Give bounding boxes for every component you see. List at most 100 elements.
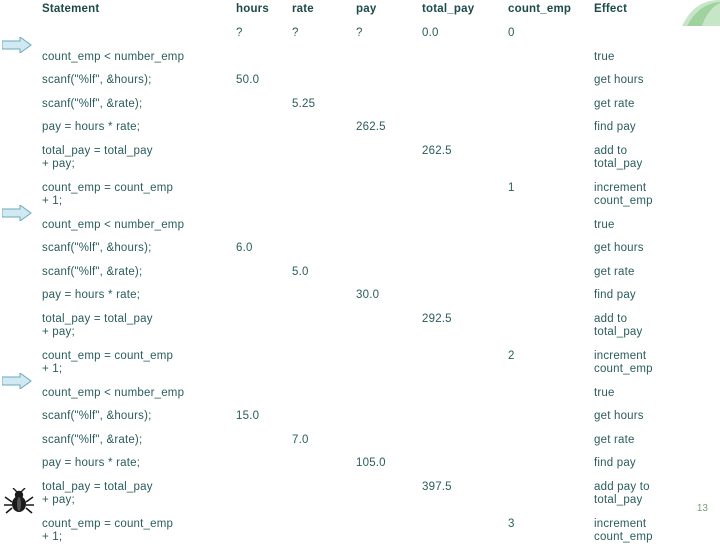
cell-rate: 5.0 bbox=[292, 265, 309, 278]
cell-rate bbox=[290, 382, 354, 406]
cell-total-pay bbox=[420, 405, 506, 429]
cell-pay bbox=[354, 93, 420, 117]
cell-pay bbox=[354, 429, 420, 453]
table-row: scanf("%lf", &hours); 15.0 get hours bbox=[40, 405, 691, 429]
cell-statement: pay = hours * rate; bbox=[42, 289, 141, 301]
cell-total-pay: 262.5 bbox=[422, 144, 452, 157]
cell-statement: count_emp < number_emp bbox=[42, 50, 185, 63]
cell-pay bbox=[354, 476, 420, 513]
cell-count-emp bbox=[506, 46, 592, 70]
cell-pay: 262.5 bbox=[356, 121, 386, 133]
cell-effect: increment count_emp bbox=[594, 517, 653, 544]
cell-statement: scanf("%lf", &rate); bbox=[42, 97, 143, 110]
cell-total-pay bbox=[420, 345, 506, 382]
cell-rate bbox=[290, 284, 354, 308]
cell-pay: 30.0 bbox=[356, 289, 380, 301]
cell-rate bbox=[290, 513, 354, 550]
cell-hours bbox=[234, 452, 290, 476]
cell-statement: count_emp = count_emp + 1; bbox=[42, 181, 174, 208]
cell-hours bbox=[234, 308, 290, 345]
cell-statement: pay = hours * rate; bbox=[42, 457, 141, 469]
cell-effect bbox=[592, 22, 691, 46]
cell-effect: get hours bbox=[594, 410, 644, 422]
cell-pay bbox=[354, 261, 420, 285]
cell-rate: 5.25 bbox=[292, 97, 316, 110]
cell-total-pay bbox=[420, 261, 506, 285]
cell-effect: get rate bbox=[594, 433, 635, 446]
table-row: total_pay = total_pay + pay; 292.5 add to … bbox=[40, 308, 691, 345]
cell-rate bbox=[290, 452, 354, 476]
cell-hours bbox=[234, 261, 290, 285]
cell-hours bbox=[234, 345, 290, 382]
table-row: count_emp = count_emp + 1; 1 increment cou… bbox=[40, 177, 691, 214]
cell-effect: true bbox=[594, 50, 615, 63]
table-row: count_emp < number_emp true bbox=[40, 214, 691, 238]
cell-count-emp: 3 bbox=[508, 517, 515, 530]
cell-count-emp: 2 bbox=[508, 349, 515, 362]
cell-rate bbox=[290, 46, 354, 70]
cell-count-emp bbox=[506, 261, 592, 285]
cell-effect: find pay bbox=[594, 289, 636, 301]
cell-statement: count_emp = count_emp + 1; bbox=[42, 517, 174, 544]
cell-rate bbox=[290, 69, 354, 93]
cell-total-pay bbox=[420, 237, 506, 261]
cell-count-emp bbox=[506, 476, 592, 513]
table-row: scanf("%lf", &rate); 5.25 get rate bbox=[40, 93, 691, 117]
cell-count-emp bbox=[506, 140, 592, 177]
cell-hours bbox=[234, 214, 290, 238]
table-header-row: Statement hours rate pay total_pay count… bbox=[40, 0, 691, 22]
cell-pay bbox=[354, 46, 420, 70]
cell-rate bbox=[290, 345, 354, 382]
table-row: pay = hours * rate; 105.0 find pay bbox=[40, 452, 691, 476]
cell-statement: scanf("%lf", &rate); bbox=[42, 433, 143, 446]
cell-count-emp bbox=[506, 284, 592, 308]
table-row: scanf("%lf", &rate); 5.0 get rate bbox=[40, 261, 691, 285]
cell-rate: 7.0 bbox=[292, 433, 309, 446]
cell-count-emp: 1 bbox=[508, 181, 515, 194]
slide: Statement hours rate pay total_pay count… bbox=[0, 0, 720, 543]
cell-statement: count_emp < number_emp bbox=[42, 218, 185, 231]
cell-effect: find pay bbox=[594, 457, 636, 469]
cell-effect: get hours bbox=[594, 74, 644, 86]
cell-pay: ? bbox=[356, 27, 363, 39]
cell-total-pay bbox=[420, 116, 506, 140]
cell-count-emp bbox=[506, 405, 592, 429]
table-row: count_emp = count_emp + 1; 2 increment cou… bbox=[40, 345, 691, 382]
cell-rate bbox=[290, 308, 354, 345]
cell-pay bbox=[354, 382, 420, 406]
cell-pay bbox=[354, 69, 420, 93]
cell-statement: pay = hours * rate; bbox=[42, 121, 141, 133]
cell-count-emp bbox=[506, 308, 592, 345]
cell-rate: ? bbox=[292, 27, 299, 39]
cell-pay bbox=[354, 345, 420, 382]
cell-hours: 50.0 bbox=[236, 74, 260, 86]
cell-pay bbox=[354, 140, 420, 177]
cell-count-emp bbox=[506, 452, 592, 476]
cell-effect: get hours bbox=[594, 242, 644, 254]
table-row: pay = hours * rate; 30.0 find pay bbox=[40, 284, 691, 308]
cell-hours bbox=[234, 46, 290, 70]
cell-hours bbox=[234, 177, 290, 214]
table-row: total_pay = total_pay + pay; 397.5 add pay… bbox=[40, 476, 691, 513]
column-header-rate: rate bbox=[292, 3, 314, 15]
bug-icon bbox=[4, 487, 34, 516]
row-pointer-arrow-icon bbox=[2, 205, 32, 222]
cell-effect: add to total_pay bbox=[594, 144, 643, 171]
table-row: count_emp = count_emp + 1; 3 increment cou… bbox=[40, 513, 691, 550]
cell-pay bbox=[354, 308, 420, 345]
program-trace-table: Statement hours rate pay total_pay count… bbox=[40, 0, 691, 550]
cell-total-pay bbox=[420, 382, 506, 406]
column-header-statement: Statement bbox=[42, 3, 100, 15]
cell-count-emp: 0 bbox=[508, 27, 515, 39]
cell-hours bbox=[234, 476, 290, 513]
cell-effect: get rate bbox=[594, 97, 635, 110]
table-row: scanf("%lf", &hours); 6.0 get hours bbox=[40, 237, 691, 261]
cell-hours: 15.0 bbox=[236, 410, 260, 422]
column-header-effect: Effect bbox=[594, 3, 628, 15]
page-number: 13 bbox=[696, 503, 708, 514]
cell-total-pay: 0.0 bbox=[422, 27, 439, 39]
cell-statement: total_pay = total_pay + pay; bbox=[42, 480, 153, 507]
cell-statement: total_pay = total_pay + pay; bbox=[42, 312, 153, 339]
column-header-hours: hours bbox=[236, 3, 269, 15]
cell-count-emp bbox=[506, 429, 592, 453]
